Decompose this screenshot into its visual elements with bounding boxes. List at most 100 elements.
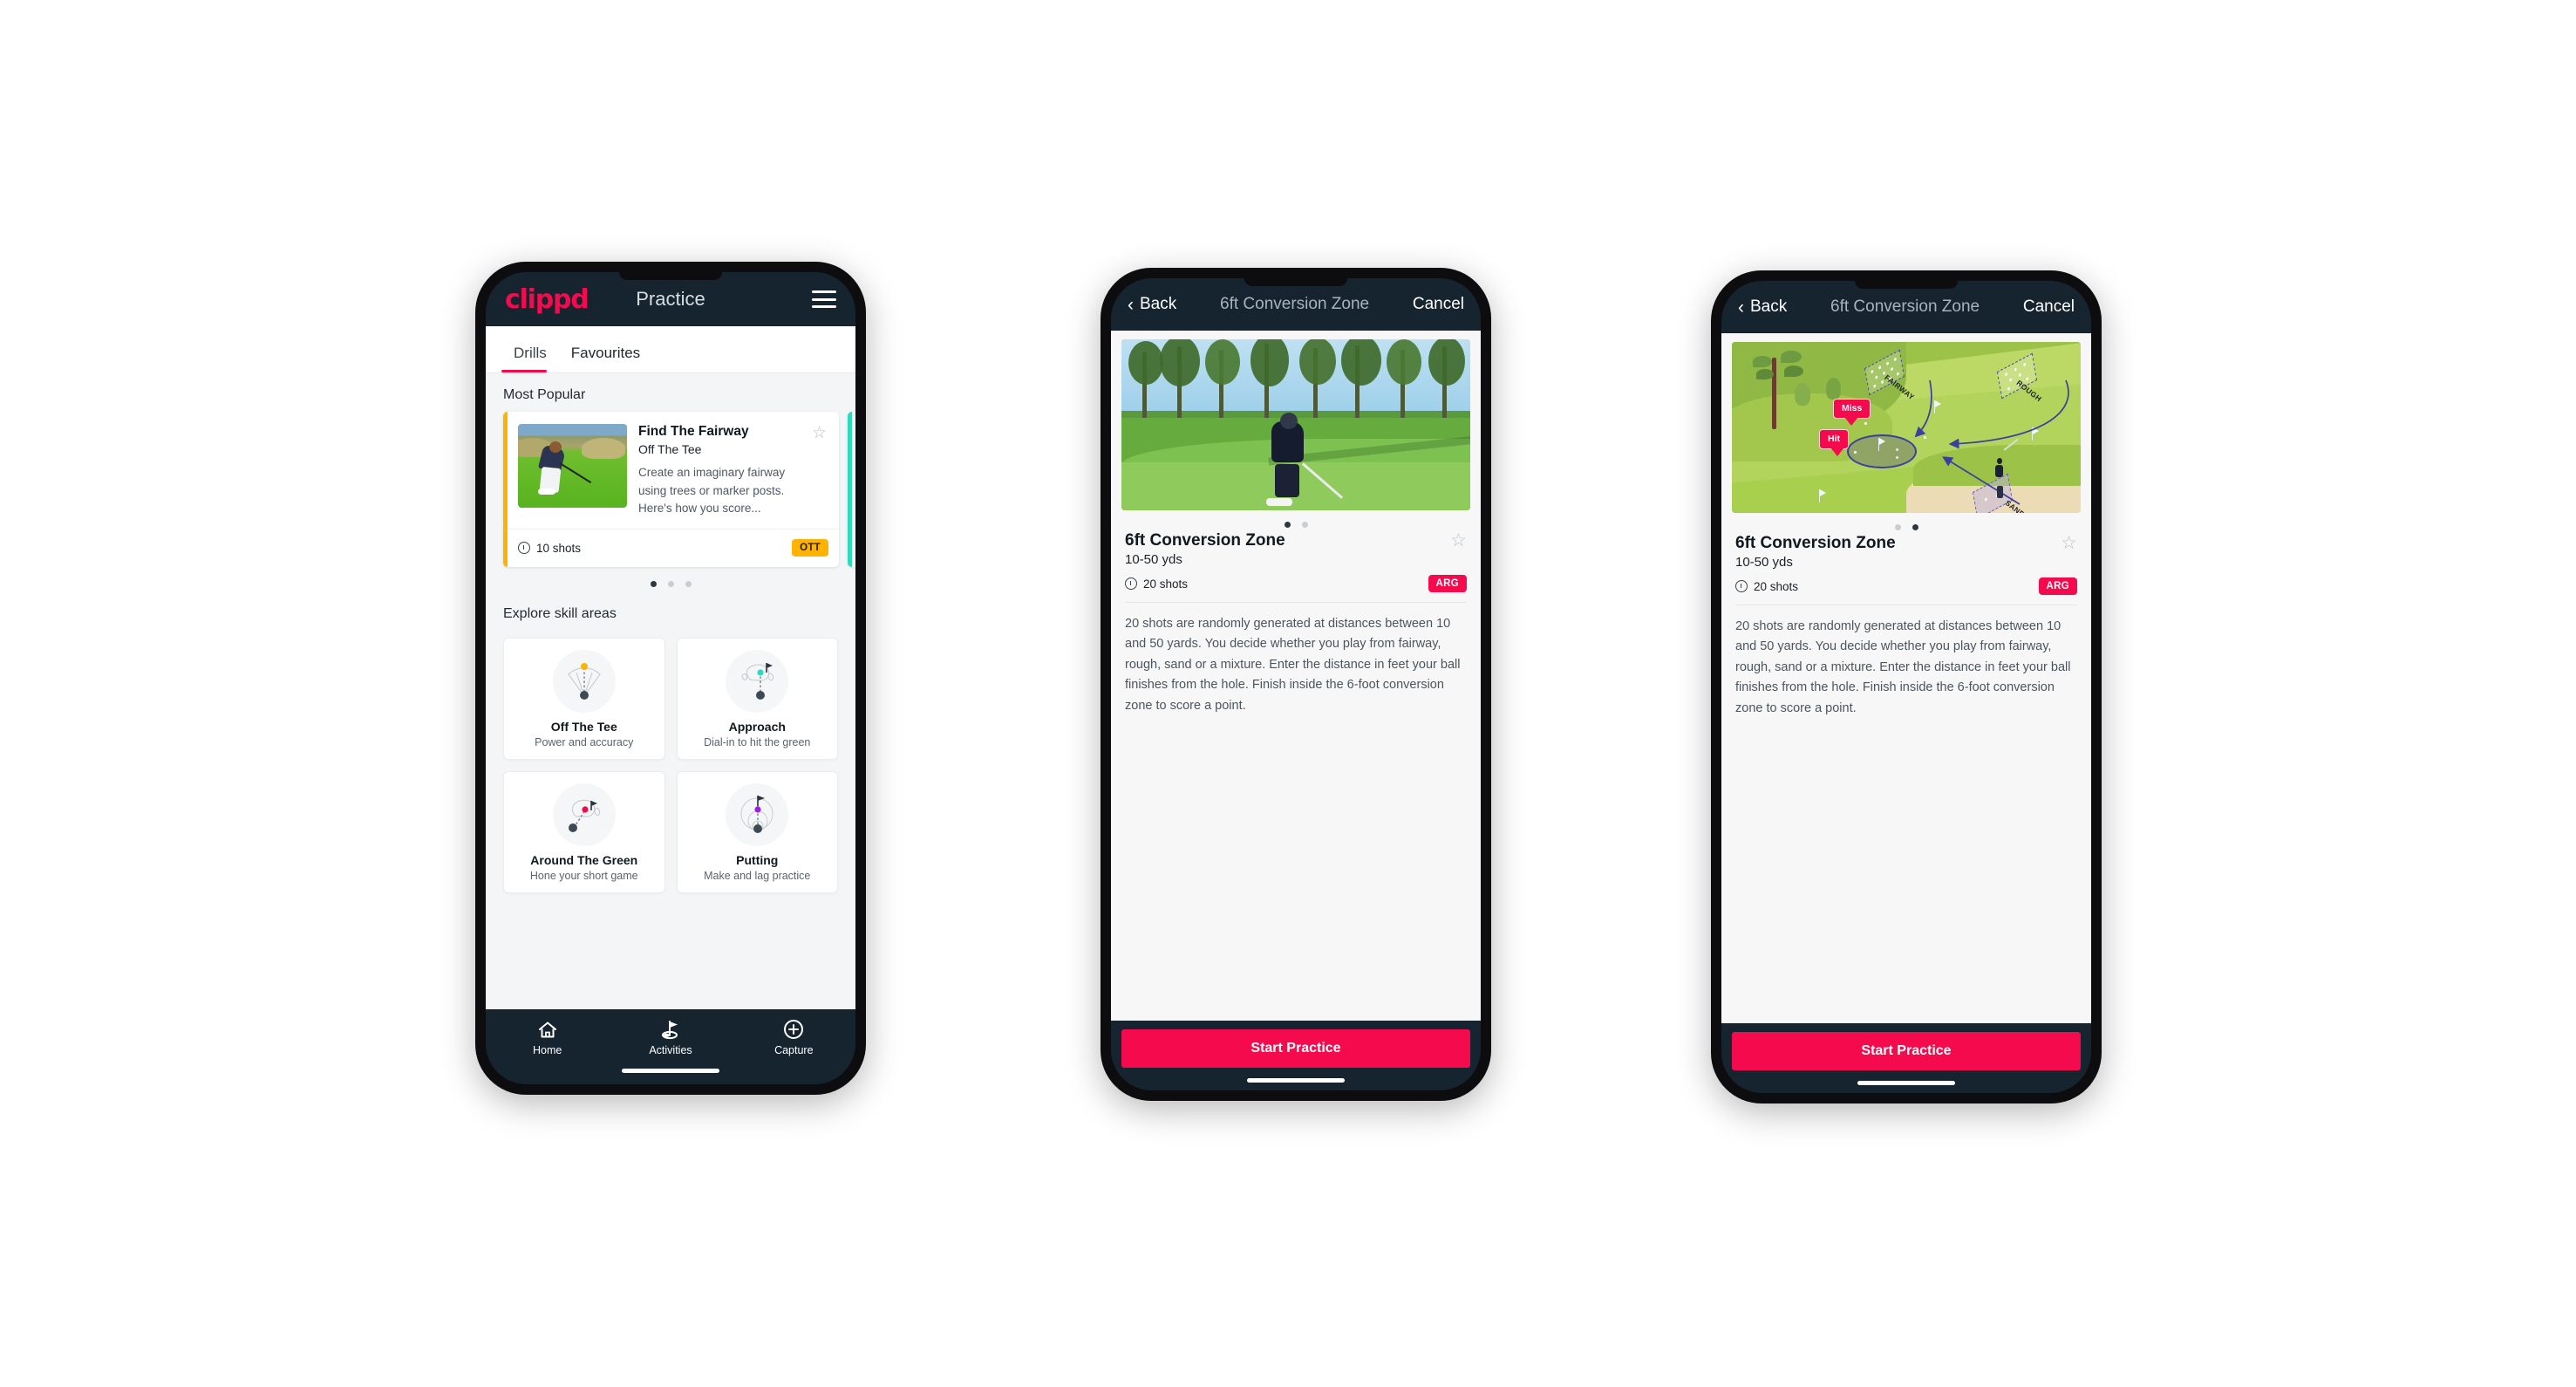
carousel-dot[interactable]	[685, 580, 692, 587]
drill-photo[interactable]	[1121, 339, 1470, 510]
skill-card-around-the-green[interactable]: Around The Green Hone your short game	[503, 770, 665, 893]
clock-icon	[1125, 577, 1137, 590]
detail-meta-row: 20 shots ARG	[1121, 567, 1470, 592]
drill-shots-label: 10 shots	[536, 541, 582, 555]
skill-name: Putting	[736, 852, 779, 867]
nav-item-home[interactable]: Home	[486, 1019, 609, 1056]
back-button[interactable]: ‹ Back	[1128, 295, 1176, 314]
around-green-icon	[552, 782, 616, 846]
phone3-screen: ‹ Back 6ft Conversion Zone Cancel FAIRWA…	[1721, 281, 2091, 1093]
phone-mockup-drill-detail-photo: ‹ Back 6ft Conversion Zone Cancel 6ft Co…	[1101, 268, 1491, 1101]
nav-item-activities[interactable]: Activities	[609, 1019, 732, 1056]
back-button[interactable]: ‹ Back	[1738, 297, 1787, 317]
nav-label: Capture	[774, 1044, 814, 1056]
drill-thumbnail	[518, 424, 627, 508]
detail-title: 6ft Conversion Zone	[1735, 534, 1896, 552]
media-carousel-dots	[1732, 513, 2081, 532]
detail-content: 6ft Conversion Zone 10-50 yds ☆ 20 shots…	[1111, 331, 1481, 1021]
star-outline-icon[interactable]: ☆	[2061, 534, 2077, 552]
callout-miss: Miss	[1833, 398, 1871, 426]
section-explore-title: Explore skill areas	[503, 605, 617, 621]
chevron-left-icon: ‹	[1738, 297, 1744, 318]
drill-shots: 10 shots	[518, 542, 581, 555]
detail-title: 6ft Conversion Zone	[1125, 531, 1285, 550]
detail-header: ‹ Back 6ft Conversion Zone Cancel	[1721, 281, 2091, 333]
detail-meta-row: 20 shots ARG	[1732, 570, 2081, 595]
home-indicator	[1247, 1078, 1345, 1083]
drill-card-top: Find The Fairway Off The Tee Create an i…	[508, 412, 839, 529]
tab-favourites[interactable]: Favourites	[559, 345, 652, 372]
drill-title: Find The Fairway	[638, 424, 749, 439]
nav-item-capture[interactable]: Capture	[733, 1019, 855, 1056]
detail-content: FAIRWAY ROUGH SAND Miss Hit 6ft Conversi…	[1721, 333, 2091, 1023]
start-practice-button[interactable]: Start Practice	[1121, 1029, 1470, 1068]
drill-card[interactable]: Find The Fairway Off The Tee Create an i…	[503, 412, 839, 567]
cancel-button[interactable]: Cancel	[1413, 295, 1464, 314]
detail-description: 20 shots are randomly generated at dista…	[1125, 617, 1461, 713]
skill-card-off-the-tee[interactable]: Off The Tee Power and accuracy	[503, 637, 665, 760]
star-outline-icon[interactable]: ☆	[812, 425, 827, 518]
hamburger-icon[interactable]	[812, 290, 836, 308]
back-label: Back	[1140, 295, 1177, 313]
skill-desc: Power and accuracy	[535, 735, 634, 748]
shot-path-arrows	[1914, 379, 2069, 505]
carousel-dot[interactable]	[1284, 522, 1291, 528]
star-outline-icon[interactable]: ☆	[1450, 531, 1467, 550]
media-carousel-dots	[1121, 510, 1470, 530]
status-badge: OTT	[792, 539, 828, 557]
tee-fan-icon	[552, 649, 616, 713]
status-badge: ARG	[2038, 577, 2077, 595]
bottom-navigation: Home Activities Capture	[486, 1009, 855, 1084]
chevron-left-icon: ‹	[1128, 294, 1134, 315]
detail-header-title: 6ft Conversion Zone	[1220, 295, 1370, 313]
clippd-logo[interactable]: clippd	[505, 284, 589, 315]
detail-shots-label: 20 shots	[1143, 577, 1189, 591]
app-header: clippd Practice	[486, 272, 855, 326]
skill-name: Off The Tee	[550, 719, 617, 734]
status-badge: ARG	[1428, 575, 1467, 592]
skill-card-approach[interactable]: Approach Dial-in to hit the green	[676, 637, 838, 760]
nav-label: Activities	[649, 1044, 692, 1056]
carousel-dot[interactable]	[667, 580, 674, 587]
carousel-dot[interactable]	[1301, 522, 1308, 528]
phone1-screen: clippd Practice Drills Favourites Most P…	[486, 272, 855, 1084]
skill-desc: Hone your short game	[529, 869, 638, 882]
carousel-dot[interactable]	[650, 580, 657, 587]
back-label: Back	[1750, 297, 1788, 316]
putting-rings-icon	[726, 782, 789, 846]
nav-label: Home	[532, 1044, 562, 1056]
detail-yardage: 10-50 yds	[1125, 552, 1182, 567]
cancel-button[interactable]: Cancel	[2023, 297, 2075, 317]
tab-bar: Drills Favourites	[486, 326, 855, 373]
detail-description: 20 shots are randomly generated at dista…	[1735, 619, 2071, 715]
drill-info: Find The Fairway Off The Tee Create an i…	[638, 424, 801, 518]
notch	[1855, 281, 1958, 289]
skill-name: Around The Green	[530, 852, 638, 867]
drill-course-diagram[interactable]: FAIRWAY ROUGH SAND Miss Hit	[1732, 342, 2081, 513]
skill-desc: Dial-in to hit the green	[704, 735, 811, 748]
practice-content: Most Popular Find The Fairway Off The Te…	[486, 373, 855, 1009]
tab-drills[interactable]: Drills	[501, 345, 559, 372]
clock-icon	[1735, 580, 1748, 592]
drill-card-next-peek[interactable]	[848, 412, 855, 567]
detail-yardage: 10-50 yds	[1735, 555, 1793, 570]
notch	[1244, 278, 1347, 286]
skill-desc: Make and lag practice	[704, 869, 811, 882]
detail-shots: 20 shots	[1125, 577, 1188, 591]
skill-card-putting[interactable]: Putting Make and lag practice	[676, 770, 838, 893]
golf-flag-icon	[659, 1019, 681, 1040]
drill-description: Create an imaginary fairway using trees …	[638, 466, 786, 516]
detail-title-row: 6ft Conversion Zone 10-50 yds ☆	[1121, 530, 1470, 567]
carousel-dot[interactable]	[1894, 524, 1901, 530]
callout-hit: Hit	[1819, 428, 1849, 456]
carousel-dots	[486, 567, 855, 587]
phone-mockup-drill-detail-diagram: ‹ Back 6ft Conversion Zone Cancel FAIRWA…	[1711, 270, 2102, 1103]
section-most-popular-title: Most Popular	[503, 387, 586, 402]
drill-subtitle: Off The Tee	[638, 442, 702, 456]
drill-carousel[interactable]: Find The Fairway Off The Tee Create an i…	[486, 412, 855, 567]
skill-name: Approach	[728, 719, 786, 734]
carousel-dot[interactable]	[1912, 524, 1918, 530]
clock-icon	[518, 542, 530, 555]
start-practice-button[interactable]: Start Practice	[1732, 1032, 2081, 1070]
home-indicator	[1857, 1081, 1955, 1085]
